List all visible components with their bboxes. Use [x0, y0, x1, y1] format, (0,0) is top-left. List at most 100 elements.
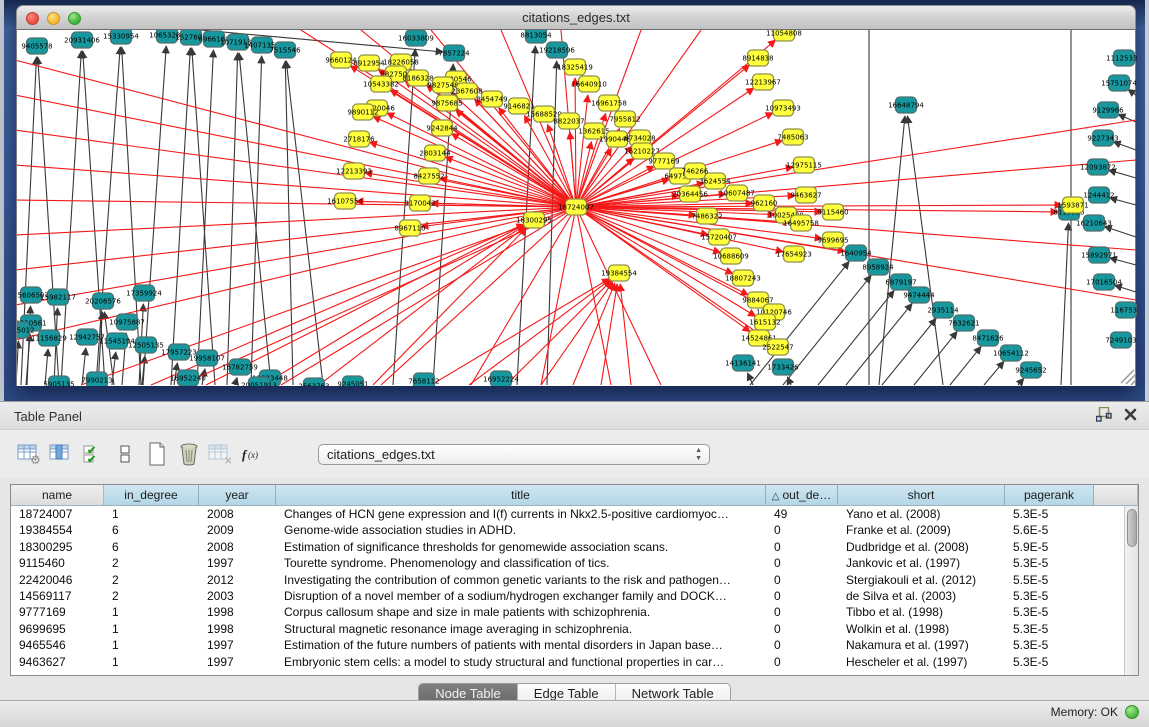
graph-node[interactable]: 7658112 — [408, 373, 439, 386]
cell-short[interactable]: Nakamura et al. (1997) — [838, 637, 1005, 653]
table-selector-dropdown[interactable]: citations_edges.txt ▲▼ — [318, 444, 710, 465]
cell-short[interactable]: Hescheler et al. (1997) — [838, 654, 1005, 670]
cell-year[interactable]: 2009 — [199, 522, 276, 538]
window-titlebar[interactable]: citations_edges.txt — [16, 5, 1136, 30]
cell-short[interactable]: Yano et al. (2008) — [838, 506, 1005, 522]
resize-grip-icon[interactable] — [1121, 370, 1136, 385]
graph-node[interactable]: 15751074 — [1101, 75, 1137, 91]
cell-out_de[interactable]: 0 — [766, 522, 838, 538]
cell-pagerank[interactable]: 5.3E-5 — [1005, 555, 1094, 571]
cell-name[interactable]: 22420046 — [11, 572, 104, 588]
table-row[interactable]: 1456911722003Disruption of a novel membe… — [11, 588, 1138, 604]
cell-title[interactable]: Embryonic stem cells: a model to study s… — [276, 654, 766, 670]
graph-node[interactable]: 15892971 — [1081, 247, 1117, 263]
cell-in_degree[interactable]: 1 — [104, 604, 199, 620]
cell-title[interactable]: Changes of HCN gene expression and I(f) … — [276, 506, 766, 522]
cell-pagerank[interactable]: 5.3E-5 — [1005, 588, 1094, 604]
graph-node[interactable]: 17654923 — [776, 246, 812, 262]
graph-node[interactable]: 7955812 — [609, 111, 640, 127]
graph-node[interactable]: 17359924 — [126, 285, 162, 301]
cell-out_de[interactable]: 0 — [766, 637, 838, 653]
function-builder-icon[interactable]: f(x) — [238, 439, 268, 469]
table-settings-icon[interactable]: ⚙ — [14, 439, 44, 469]
cell-title[interactable]: Genome-wide association studies in ADHD. — [276, 522, 766, 538]
graph-node[interactable]: 2563763 — [298, 378, 329, 386]
graph-node[interactable]: 7485063 — [777, 129, 808, 145]
graph-node[interactable]: 8471626 — [972, 330, 1004, 346]
cell-year[interactable]: 2008 — [199, 506, 276, 522]
column-visibility-icon[interactable] — [46, 439, 76, 469]
graph-node[interactable]: 1733426 — [767, 359, 799, 375]
cell-pagerank[interactable]: 5.3E-5 — [1005, 637, 1094, 653]
network-canvas[interactable]: 9405578209314061533095410653287152760769… — [16, 30, 1136, 386]
cell-short[interactable]: Stergiakouli et al. (2012) — [838, 572, 1005, 588]
graph-node[interactable]: 20206576 — [85, 293, 121, 309]
table-row[interactable]: 911546021997Tourette syndrome. Phenomeno… — [11, 555, 1138, 571]
column-header-short[interactable]: short — [838, 485, 1005, 505]
cell-out_de[interactable]: 0 — [766, 539, 838, 555]
cell-name[interactable]: 19384554 — [11, 522, 104, 538]
graph-node[interactable]: 19218596 — [539, 42, 575, 58]
graph-node[interactable]: 16952224 — [483, 371, 519, 386]
graph-node[interactable]: 11054808 — [766, 30, 802, 41]
graph-node[interactable]: 7249103 — [1105, 332, 1136, 348]
cell-title[interactable]: Investigating the contribution of common… — [276, 572, 766, 588]
table-row[interactable]: 1830029562008Estimation of significance … — [11, 539, 1138, 555]
graph-node[interactable]: 9245051 — [337, 376, 368, 386]
graph-node[interactable]: 9242844 — [426, 120, 458, 136]
cell-in_degree[interactable]: 2 — [104, 572, 199, 588]
graph-node[interactable]: 9405578 — [21, 38, 52, 54]
cell-name[interactable]: 9699695 — [11, 621, 104, 637]
cell-name[interactable]: 18724007 — [11, 506, 104, 522]
graph-node[interactable]: 9463627 — [790, 187, 821, 203]
network-view-window[interactable]: citations_edges.txt 94055782093140615330… — [16, 5, 1136, 386]
cell-year[interactable]: 2008 — [199, 539, 276, 555]
cell-title[interactable]: Estimation of significance thresholds fo… — [276, 539, 766, 555]
graph-node[interactable]: 7632621 — [948, 315, 979, 331]
cell-short[interactable]: de Silva et al. (2003) — [838, 588, 1005, 604]
column-header-out_de[interactable]: △out_de… — [766, 485, 838, 505]
graph-node[interactable]: 14136141 — [725, 355, 761, 371]
scrollbar-thumb[interactable] — [1127, 509, 1137, 547]
graph-node[interactable]: 2718176 — [343, 131, 375, 147]
graph-node[interactable]: 18325419 — [557, 59, 593, 75]
vertical-scrollbar[interactable] — [1124, 506, 1138, 675]
float-panel-icon[interactable] — [1096, 407, 1112, 422]
column-header-in_degree[interactable]: in_degree — [104, 485, 199, 505]
table-row[interactable]: 1872400712008Changes of HCN gene express… — [11, 506, 1138, 522]
graph-node[interactable]: 10688609 — [713, 248, 749, 264]
cell-year[interactable]: 1998 — [199, 604, 276, 620]
graph-node[interactable]: 12213967 — [745, 74, 781, 90]
cell-in_degree[interactable]: 1 — [104, 621, 199, 637]
cell-in_degree[interactable]: 1 — [104, 506, 199, 522]
cell-year[interactable]: 1998 — [199, 621, 276, 637]
graph-node[interactable]: 16648794 — [888, 97, 924, 113]
cell-year[interactable]: 1997 — [199, 654, 276, 670]
cell-pagerank[interactable]: 5.3E-5 — [1005, 506, 1094, 522]
cell-short[interactable]: Wolkin et al. (1998) — [838, 621, 1005, 637]
table-row[interactable]: 969969511998Structural magnetic resonanc… — [11, 621, 1138, 637]
cell-year[interactable]: 1997 — [199, 555, 276, 571]
table-row[interactable]: 2242004622012Investigating the contribut… — [11, 572, 1138, 588]
delete-rows-icon[interactable] — [174, 439, 204, 469]
cell-out_de[interactable]: 49 — [766, 506, 838, 522]
graph-node[interactable]: 10654112 — [993, 345, 1029, 361]
cell-in_degree[interactable]: 1 — [104, 654, 199, 670]
graph-node[interactable]: 11156829 — [31, 330, 67, 346]
graph-node[interactable]: 15720407 — [701, 229, 737, 245]
cell-year[interactable]: 1997 — [199, 637, 276, 653]
cell-out_de[interactable]: 0 — [766, 555, 838, 571]
graph-node[interactable]: 16033809 — [398, 30, 434, 46]
cell-short[interactable]: Tibbo et al. (1998) — [838, 604, 1005, 620]
graph-node[interactable]: 9227343 — [1087, 130, 1118, 146]
new-table-icon[interactable] — [142, 439, 172, 469]
graph-node[interactable]: 7990213 — [81, 372, 112, 386]
cell-in_degree[interactable]: 2 — [104, 555, 199, 571]
cell-pagerank[interactable]: 5.6E-5 — [1005, 522, 1094, 538]
graph-node[interactable]: 9129966 — [1092, 102, 1124, 118]
graph-node[interactable]: 8813054 — [520, 30, 552, 43]
cell-out_de[interactable]: 0 — [766, 621, 838, 637]
close-panel-icon[interactable] — [1124, 408, 1137, 421]
cell-name[interactable]: 18300295 — [11, 539, 104, 555]
cell-short[interactable]: Franke et al. (2009) — [838, 522, 1005, 538]
